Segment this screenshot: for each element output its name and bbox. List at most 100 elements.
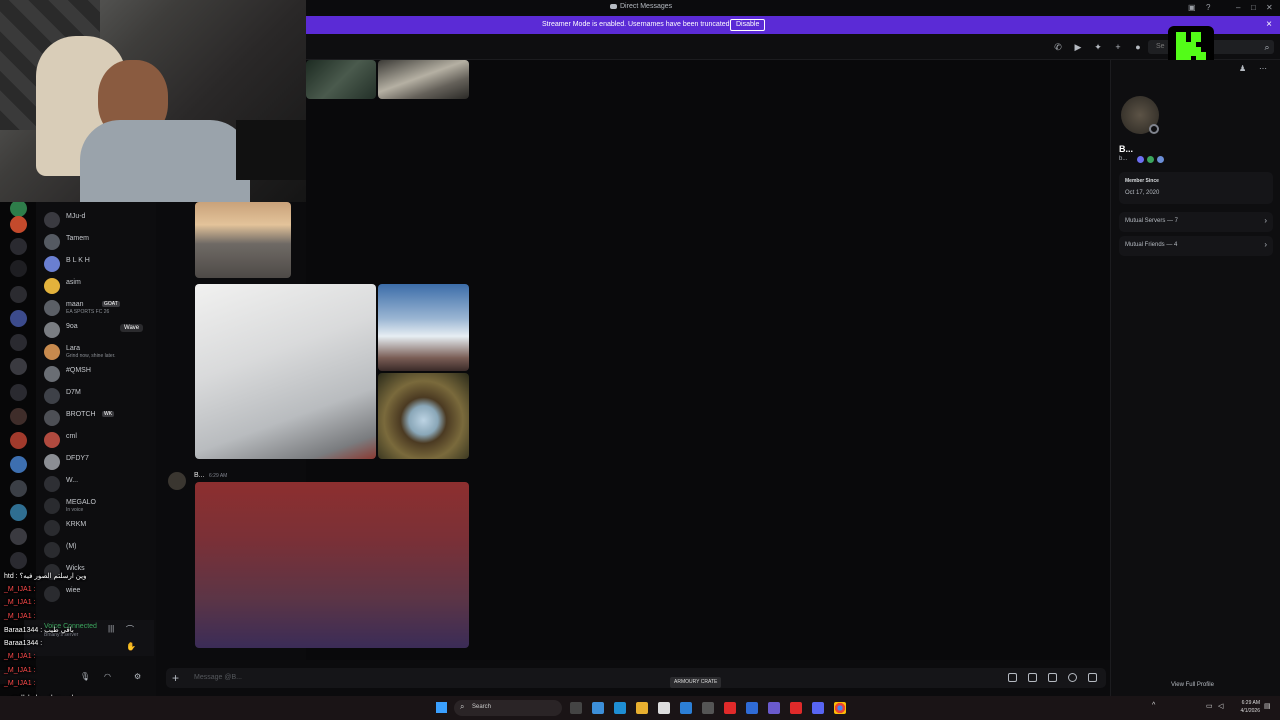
copilot-icon[interactable] — [592, 702, 604, 714]
dm-item[interactable]: MJu-d — [44, 210, 154, 230]
image-attachment[interactable] — [378, 373, 469, 459]
dm-item[interactable]: W... — [44, 474, 154, 494]
app-icon[interactable] — [768, 702, 780, 714]
clock-time[interactable]: 6:29 AM — [1234, 700, 1260, 706]
close-window-button[interactable]: ✕ — [1266, 3, 1273, 12]
server-icon[interactable] — [10, 238, 27, 255]
video-call-icon[interactable]: ▶ — [1073, 42, 1083, 52]
avatar[interactable] — [168, 472, 186, 490]
taskbar-search[interactable]: ⌕ Search — [454, 700, 562, 716]
dm-item[interactable]: KRKM — [44, 518, 154, 538]
image-attachment[interactable] — [195, 202, 291, 278]
dm-item[interactable]: (M) — [44, 540, 154, 560]
help-icon[interactable]: ? — [1206, 3, 1210, 12]
gif-icon[interactable] — [1028, 673, 1037, 682]
dm-item[interactable]: 9oa Wave — [44, 320, 154, 340]
image-attachment[interactable] — [195, 284, 376, 459]
image-attachment[interactable] — [195, 482, 469, 648]
server-icon[interactable] — [10, 504, 27, 521]
badge-icon[interactable] — [1157, 156, 1164, 163]
server-icon[interactable] — [10, 310, 27, 327]
badge-icon[interactable] — [1137, 156, 1144, 163]
windows-start-icon[interactable] — [436, 702, 447, 713]
app-icon[interactable] — [746, 702, 758, 714]
more-icon[interactable]: ⋯ — [1259, 64, 1267, 73]
clock-date[interactable]: 4/1/2026 — [1234, 708, 1260, 714]
dm-item[interactable]: Lara Grind now, shine later. — [44, 342, 154, 362]
add-attachment-icon[interactable]: + — [172, 671, 179, 685]
volume-icon[interactable]: ◁ — [1218, 702, 1223, 710]
server-icon[interactable] — [10, 286, 27, 303]
badge-icon[interactable] — [1147, 156, 1154, 163]
dm-item[interactable]: MEGALO In voice — [44, 496, 154, 516]
message-composer[interactable]: + Message @B... — [166, 668, 1106, 688]
server-icon[interactable] — [10, 334, 27, 351]
minimize-button[interactable]: – — [1236, 3, 1240, 12]
task-view-icon[interactable] — [570, 702, 582, 714]
server-icon[interactable] — [10, 480, 27, 497]
dm-item[interactable]: Tamem — [44, 232, 154, 252]
server-icon[interactable] — [10, 432, 27, 449]
chat-overlay-message: _M_IJA1 : — [4, 612, 36, 620]
dm-item[interactable]: asim — [44, 276, 154, 296]
image-attachment[interactable] — [306, 60, 376, 99]
dm-name: Tamem — [66, 235, 89, 242]
server-icon[interactable] — [10, 384, 27, 401]
wave-button[interactable]: Wave — [120, 324, 144, 332]
server-icon[interactable] — [10, 456, 27, 473]
avatar — [44, 366, 60, 382]
discord-icon[interactable] — [812, 702, 824, 714]
dm-item[interactable]: DFDY7 — [44, 452, 154, 472]
file-explorer-icon[interactable] — [636, 702, 648, 714]
inbox-icon[interactable]: ▣ — [1188, 3, 1196, 12]
apps-icon[interactable] — [1088, 673, 1097, 682]
image-attachment[interactable] — [378, 60, 469, 99]
dm-header: ✆ ▶ ✦ + ● Se ⌕ — [306, 34, 1280, 60]
server-icon[interactable] — [10, 260, 27, 277]
add-friend-icon[interactable]: + — [1113, 42, 1123, 52]
server-icon[interactable] — [10, 216, 27, 233]
edge-icon[interactable] — [614, 702, 626, 714]
dm-item[interactable]: cml — [44, 430, 154, 450]
dm-item[interactable]: #QMSH — [44, 364, 154, 384]
chat-overlay-message: _M_IJA1 : — [4, 599, 36, 606]
avatar — [44, 322, 60, 338]
server-icon[interactable] — [10, 358, 27, 375]
dm-item[interactable]: D7M — [44, 386, 154, 406]
message-author[interactable]: B... — [194, 472, 205, 479]
server-icon[interactable] — [10, 408, 27, 425]
sticker-icon[interactable] — [1048, 673, 1057, 682]
emoji-icon[interactable] — [1068, 673, 1077, 682]
chevron-up-icon[interactable]: ^ — [1152, 702, 1155, 709]
message-input[interactable]: Message @B... — [194, 674, 242, 681]
mail-icon[interactable] — [680, 702, 692, 714]
gift-icon[interactable] — [1008, 673, 1017, 682]
image-attachment[interactable] — [378, 284, 469, 371]
pin-icon[interactable]: ✦ — [1093, 42, 1103, 52]
dm-item[interactable]: B L K H — [44, 254, 154, 274]
dm-item[interactable]: BROTCH WK — [44, 408, 154, 428]
server-icon[interactable] — [10, 552, 27, 569]
view-full-profile-link[interactable]: View Full Profile — [1171, 682, 1214, 688]
store-icon[interactable] — [658, 702, 670, 714]
close-banner-icon[interactable]: × — [1266, 19, 1272, 30]
chrome-icon[interactable] — [834, 702, 846, 714]
disable-streamer-mode-button[interactable]: Disable — [730, 19, 766, 31]
call-icon[interactable]: ✆ — [1053, 42, 1063, 52]
dm-item[interactable]: maan GOAT EA SPORTS FC 26 — [44, 298, 154, 318]
mutual-friends-row[interactable]: Mutual Friends — 4 › — [1119, 236, 1273, 256]
maximize-button[interactable]: □ — [1251, 3, 1256, 12]
mutual-servers-row[interactable]: Mutual Servers — 7 › — [1119, 212, 1273, 232]
youtube-icon[interactable] — [724, 702, 736, 714]
search-icon[interactable]: ⌕ — [1262, 42, 1272, 52]
mutual-servers-label: Mutual Servers — 7 — [1125, 218, 1179, 224]
server-icon[interactable] — [10, 528, 27, 545]
server-icon[interactable] — [10, 200, 27, 217]
network-icon[interactable]: ▭ — [1206, 702, 1213, 710]
add-friend-icon[interactable]: ♟ — [1239, 64, 1246, 73]
armoury-crate-icon[interactable] — [702, 702, 714, 714]
user-profile-icon[interactable]: ● — [1133, 42, 1143, 52]
youtube-icon[interactable] — [790, 702, 802, 714]
message-timestamp: 6:29 AM — [209, 473, 228, 479]
notifications-icon[interactable]: ▤ — [1264, 702, 1271, 710]
